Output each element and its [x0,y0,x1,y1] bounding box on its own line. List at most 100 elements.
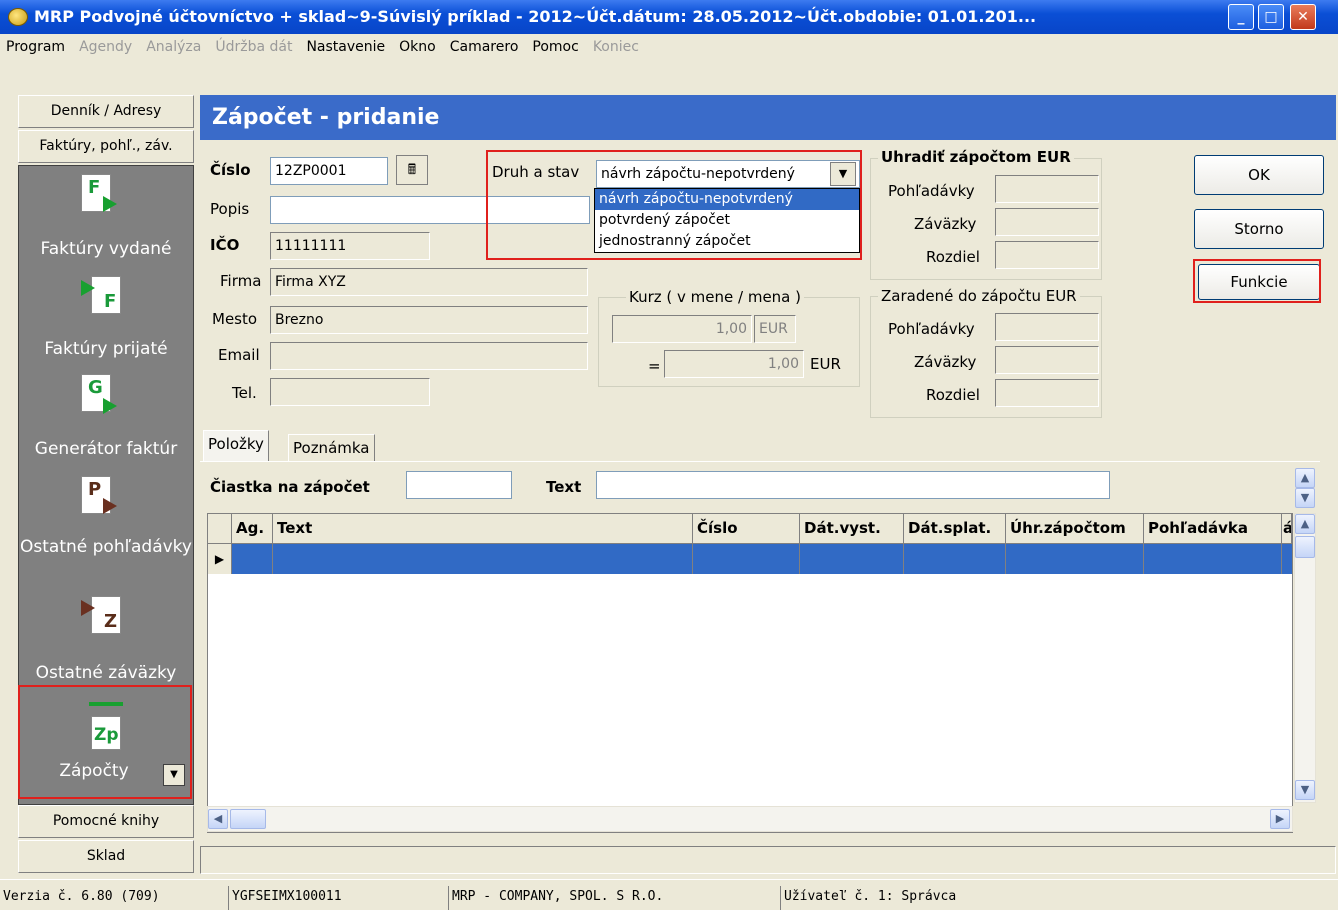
col-pohladavka[interactable]: Pohľadávka [1144,514,1282,544]
text-field[interactable] [596,471,1110,499]
uhradit-title: Uhradiť zápočtom EUR [878,148,1074,166]
menu-item[interactable]: Údržba dát [215,39,292,55]
tel-field[interactable] [270,378,430,406]
storno-button[interactable]: Storno [1194,209,1324,249]
email-field[interactable] [270,342,588,370]
items-grid[interactable]: Ag. Text Číslo Dát.vyst. Dát.splat. Úhr.… [207,513,1293,833]
kurz-field-2[interactable]: 1,00 [664,350,804,378]
up-arrow-icon[interactable]: ▲ [1295,514,1315,534]
menu-item[interactable]: Agendy [79,39,132,55]
calculator-icon[interactable]: 🖩 [396,155,428,185]
cell-divider [903,544,904,574]
scroll-thumb[interactable] [1295,536,1315,558]
col-uhr-zapoctom[interactable]: Úhr.zápočtom [1006,514,1144,544]
uhradit-pohladavky-field[interactable] [995,175,1099,203]
zaradene-rozdiel-field[interactable] [995,379,1099,407]
other-liabilities-icon[interactable]: Z [91,596,121,634]
arrow-right-icon [81,600,95,616]
kurz-currency: EUR [754,315,796,343]
menu-item[interactable]: Camarero [450,39,519,55]
form-status-strip [200,846,1336,874]
firma-field[interactable]: Firma XYZ [270,268,588,296]
close-button[interactable]: ✕ [1290,4,1316,30]
col-dat-vyst[interactable]: Dát.vyst. [800,514,904,544]
pohladavky-label: Pohľadávky [888,320,975,338]
table-row[interactable] [232,544,1292,574]
ciastka-field[interactable] [406,471,512,499]
cislo-label: Číslo [210,161,251,179]
menu-item[interactable]: Pomoc [532,39,578,55]
minimize-button[interactable]: _ [1228,4,1254,30]
cell-divider [799,544,800,574]
sidebar-item-ostatne-zavazky[interactable]: Ostatné záväzky [19,660,193,686]
sidebar-item-faktury-prijate[interactable]: Faktúry prijaté [19,336,193,362]
arrow-right-icon [81,280,95,296]
sidebar-item-generator-faktur[interactable]: Generátor faktúr [19,436,193,462]
row-indicator-icon: ▶ [208,544,232,574]
sidebar-item-ostatne-pohladavky[interactable]: Ostatné pohľadávky [19,534,193,561]
app-icon [8,8,28,26]
uhradit-rozdiel-field[interactable] [995,241,1099,269]
arrow-right-icon [103,196,117,212]
kurz-field[interactable]: 1,00 [612,315,752,343]
invoice-received-icon[interactable]: F [91,276,121,314]
grid-vertical-scrollbar[interactable]: ▲ ▼ [1294,513,1316,803]
nav-faktury-button[interactable]: Faktúry, pohľ., záv. [18,130,194,163]
ok-button[interactable]: OK [1194,155,1324,195]
col-dat-splat[interactable]: Dát.splat. [904,514,1006,544]
scroll-thumb[interactable] [230,809,266,829]
tel-label: Tel. [232,384,257,402]
menu-item[interactable]: Program [6,39,65,55]
zavazky-label: Záväzky [914,215,977,233]
arrow-right-icon [103,398,117,414]
tab-poznamka[interactable]: Poznámka [288,434,375,462]
uhradit-zavazky-field[interactable] [995,208,1099,236]
pohladavky-label: Pohľadávky [888,182,975,200]
druh-highlight [486,150,862,260]
up-arrow-icon[interactable]: ▲ [1295,468,1315,488]
left-arrow-icon[interactable]: ◀ [208,809,228,829]
window-title: MRP Podvojné účtovníctvo + sklad~9-Súvis… [34,7,1037,26]
maximize-button[interactable]: □ [1258,4,1284,30]
window-titlebar: MRP Podvojné účtovníctvo + sklad~9-Súvis… [0,0,1338,34]
col-more[interactable]: á [1282,514,1292,544]
text-label: Text [546,478,582,496]
page-title: Zápočet - pridanie [200,95,1336,140]
col-ag[interactable]: Ag. [232,514,273,544]
mesto-field[interactable]: Brezno [270,306,588,334]
popis-label: Popis [210,200,250,218]
nav-pomocne-button[interactable]: Pomocné knihy [18,805,194,838]
menu-item[interactable]: Koniec [593,39,639,55]
cell-divider [272,544,273,574]
nav-dennik-button[interactable]: Denník / Adresy [18,95,194,128]
grid-indicator-header [208,514,232,544]
ciastka-label: Čiastka na zápočet [210,478,370,496]
nav-sklad-button[interactable]: Sklad [18,840,194,873]
ico-field[interactable]: 11111111 [270,232,430,260]
col-text[interactable]: Text [273,514,693,544]
grid-horizontal-scrollbar[interactable]: ◀ ▶ [207,806,1293,832]
status-user: Užívateľ č. 1: Správca [780,886,956,910]
email-label: Email [218,346,260,364]
cell-divider [1281,544,1282,574]
down-arrow-icon[interactable]: ▼ [1295,488,1315,508]
status-company: MRP - COMPANY, SPOL. S R.O. [448,886,663,910]
zaradene-pohladavky-field[interactable] [995,313,1099,341]
cell-divider [1143,544,1144,574]
cell-divider [692,544,693,574]
menu-item[interactable]: Okno [399,39,436,55]
firma-label: Firma [220,272,262,290]
sidebar: Denník / Adresy Faktúry, pohľ., záv. F F… [18,95,194,875]
menu-item[interactable]: Analýza [146,39,201,55]
cislo-field[interactable]: 12ZP0001 [270,157,388,185]
zavazky-label: Záväzky [914,353,977,371]
zaradene-title: Zaradené do zápočtu EUR [878,287,1080,305]
ico-label: IČO [210,236,240,254]
menu-item[interactable]: Nastavenie [306,39,385,55]
right-arrow-icon[interactable]: ▶ [1270,809,1290,829]
zaradene-zavazky-field[interactable] [995,346,1099,374]
tab-polozky[interactable]: Položky [203,430,269,462]
col-cislo[interactable]: Číslo [693,514,800,544]
sidebar-item-faktury-vydane[interactable]: Faktúry vydané [19,236,193,262]
down-arrow-icon[interactable]: ▼ [1295,780,1315,800]
